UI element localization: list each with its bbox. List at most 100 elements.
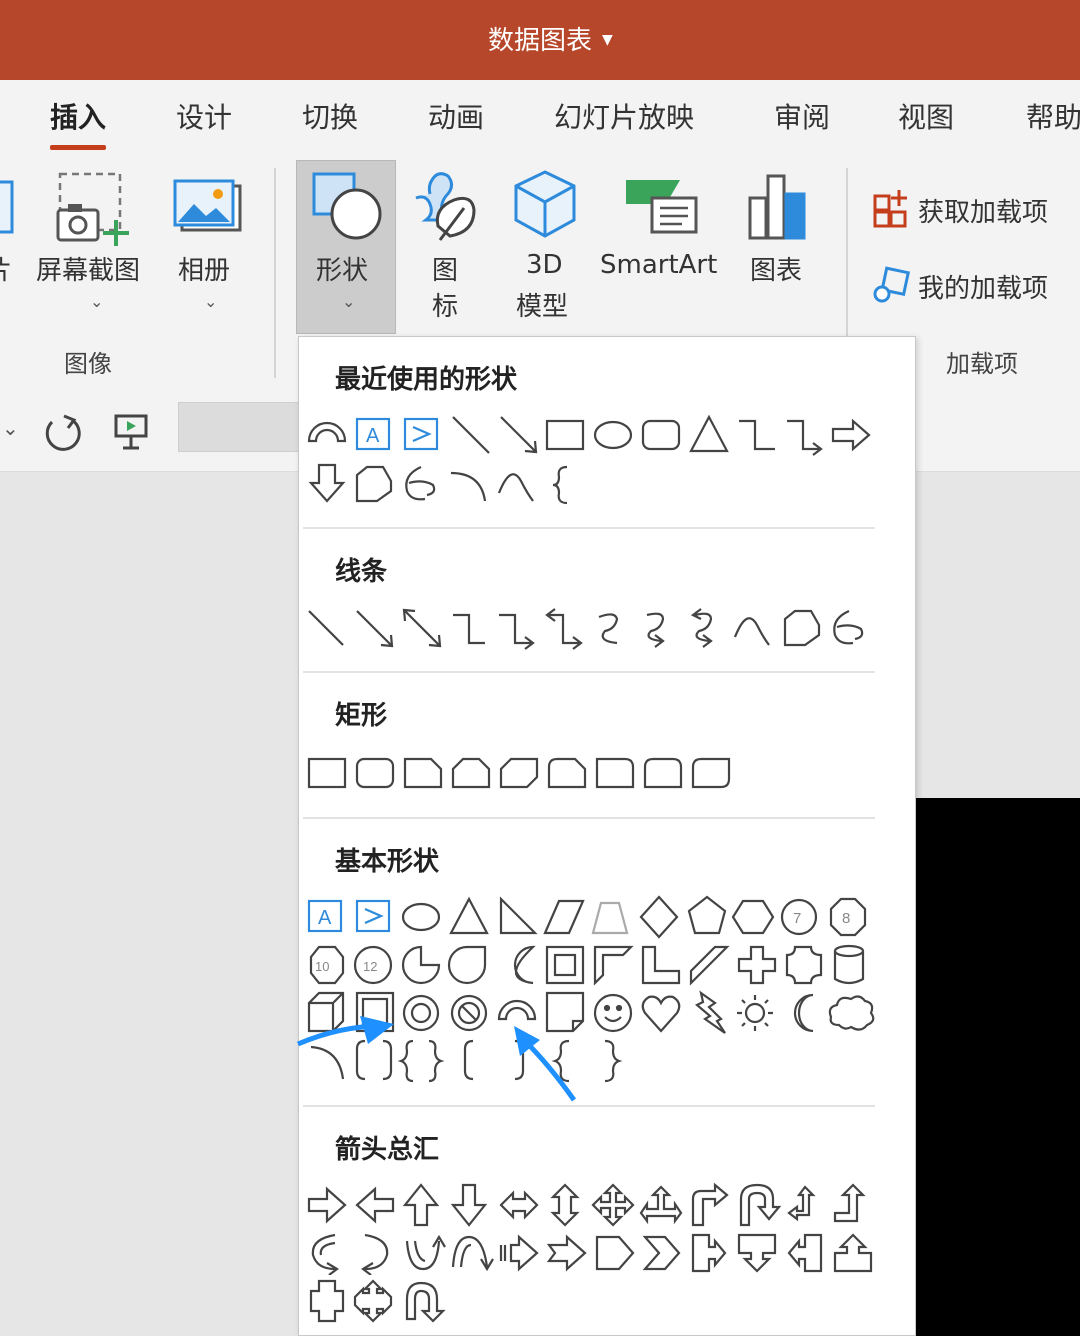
screenshot-label[interactable]: 屏幕截图 <box>36 250 140 287</box>
basic-moon[interactable] <box>793 993 814 1033</box>
basic-frame[interactable] <box>545 945 585 985</box>
basic-octagon[interactable]: 8 <box>829 897 867 937</box>
arrow-left[interactable] <box>355 1186 395 1224</box>
tab-view[interactable]: 视图 <box>898 96 954 136</box>
basic-l-shape[interactable] <box>641 945 681 985</box>
arrow-down[interactable] <box>450 1183 488 1227</box>
presenter-icon[interactable] <box>112 412 152 452</box>
shape-elbow-connector[interactable] <box>739 419 775 451</box>
basic-smiley-face[interactable] <box>593 993 633 1033</box>
shape-elbow-arrow-connector[interactable] <box>787 419 823 456</box>
tab-design[interactable]: 设计 <box>176 96 232 136</box>
shape-line[interactable] <box>452 416 490 454</box>
basic-triangle[interactable] <box>449 896 489 935</box>
shape-arrow-line[interactable] <box>500 416 538 454</box>
basic-dodecagon[interactable]: 12 <box>353 945 393 985</box>
arrow-bent-up[interactable] <box>833 1183 866 1223</box>
shape-rectangle[interactable] <box>545 419 585 451</box>
rect-round-diagonal[interactable] <box>691 757 731 789</box>
shape-right-arrow[interactable] <box>831 418 871 452</box>
arrow-left-right[interactable] <box>499 1190 539 1220</box>
chart-icon[interactable] <box>746 172 810 240</box>
shape-oval[interactable] <box>593 420 633 450</box>
line-arrow[interactable] <box>356 610 394 648</box>
arrow-notched-right[interactable] <box>546 1234 587 1272</box>
tab-review[interactable]: 审阅 <box>774 96 830 136</box>
basic-lightning-bolt[interactable] <box>695 990 726 1034</box>
arrow-left-right-up[interactable] <box>639 1185 683 1225</box>
shape-vertical-textbox[interactable] <box>403 417 439 451</box>
basic-diagonal-stripe[interactable] <box>689 945 730 986</box>
album-label[interactable]: 相册 <box>178 250 230 287</box>
arrow-pentagon[interactable] <box>595 1235 635 1271</box>
basic-half-frame[interactable] <box>593 945 634 986</box>
basic-vertical-textbox[interactable] <box>355 899 391 933</box>
basic-right-brace[interactable] <box>604 1039 623 1083</box>
shape-block-arc[interactable] <box>307 421 347 443</box>
line-elbow-double-arrow[interactable] <box>545 608 583 650</box>
slide-canvas[interactable] <box>916 798 1080 1336</box>
icons-label-2[interactable]: 标 <box>432 286 458 323</box>
line-elbow-arrow[interactable] <box>499 613 535 650</box>
arrow-callout-left-right[interactable] <box>309 1279 345 1323</box>
basic-pie[interactable] <box>401 945 441 985</box>
basic-cloud[interactable] <box>828 995 875 1031</box>
tab-animations[interactable]: 动画 <box>428 96 484 136</box>
picture-icon[interactable] <box>0 178 14 238</box>
chart-label[interactable]: 图表 <box>750 250 802 287</box>
store-icon[interactable] <box>872 188 912 228</box>
line-curve[interactable] <box>733 617 770 646</box>
basic-parallelogram[interactable] <box>543 899 585 935</box>
shape-textbox[interactable]: A <box>355 417 391 451</box>
basic-can[interactable] <box>833 944 865 985</box>
shape-arc[interactable] <box>450 471 487 502</box>
shape-left-brace[interactable] <box>552 465 568 505</box>
cube-3d-icon[interactable] <box>510 168 580 242</box>
screenshot-icon[interactable] <box>54 170 136 246</box>
line-scribble[interactable] <box>833 609 864 645</box>
basic-plaque[interactable] <box>785 945 823 985</box>
chevron-down-icon[interactable]: ⌄ <box>204 292 217 311</box>
tab-help[interactable]: 帮助 <box>1026 96 1080 136</box>
line-freeform[interactable] <box>783 609 821 647</box>
arrow-right[interactable] <box>307 1186 347 1224</box>
arrow-striped-right[interactable] <box>499 1234 539 1272</box>
tab-transitions[interactable]: 切换 <box>302 96 358 136</box>
search-input[interactable] <box>178 402 318 452</box>
rect-rounded[interactable] <box>355 757 395 789</box>
rect-round-same-side[interactable] <box>643 757 683 789</box>
arrow-callout-left[interactable] <box>787 1233 823 1273</box>
3d-label-2[interactable]: 模型 <box>516 286 568 323</box>
basic-oval[interactable] <box>401 902 441 932</box>
arrow-up[interactable] <box>402 1183 440 1227</box>
shape-triangle[interactable] <box>689 414 729 453</box>
arrow-up-down[interactable] <box>550 1183 580 1227</box>
arrow-u-turn[interactable] <box>739 1183 782 1227</box>
rect-snip-diagonal[interactable] <box>499 757 539 789</box>
basic-hexagon[interactable] <box>731 899 775 935</box>
arrow-curved-right[interactable] <box>311 1233 339 1275</box>
basic-chord[interactable] <box>513 945 536 985</box>
basic-pentagon[interactable] <box>687 895 727 935</box>
line-straight[interactable] <box>308 610 344 646</box>
shape-scribble[interactable] <box>405 465 436 501</box>
arrow-left-up[interactable] <box>787 1185 816 1222</box>
smartart-icon[interactable] <box>622 176 702 236</box>
document-title-menu[interactable]: 数据图表 ▼ <box>488 18 613 58</box>
icons-label-1[interactable]: 图 <box>432 250 458 287</box>
line-curved-double-arrow[interactable] <box>690 608 713 648</box>
rect-basic[interactable] <box>307 757 347 789</box>
line-elbow[interactable] <box>453 613 485 645</box>
arrow-curved-down[interactable] <box>451 1235 494 1272</box>
basic-decagon[interactable]: 10 <box>309 945 345 985</box>
basic-textbox[interactable]: A <box>307 899 343 933</box>
basic-right-triangle[interactable] <box>499 896 538 935</box>
basic-sun[interactable] <box>737 995 773 1031</box>
basic-heptagon[interactable]: 7 <box>780 898 818 936</box>
arrow-callout-right[interactable] <box>691 1233 727 1273</box>
basic-heart[interactable] <box>641 995 681 1033</box>
shape-down-arrow[interactable] <box>308 463 346 503</box>
arrow-callout-up[interactable] <box>833 1233 873 1273</box>
rect-snip-corner[interactable] <box>403 757 443 789</box>
line-double-arrow[interactable] <box>402 608 442 648</box>
